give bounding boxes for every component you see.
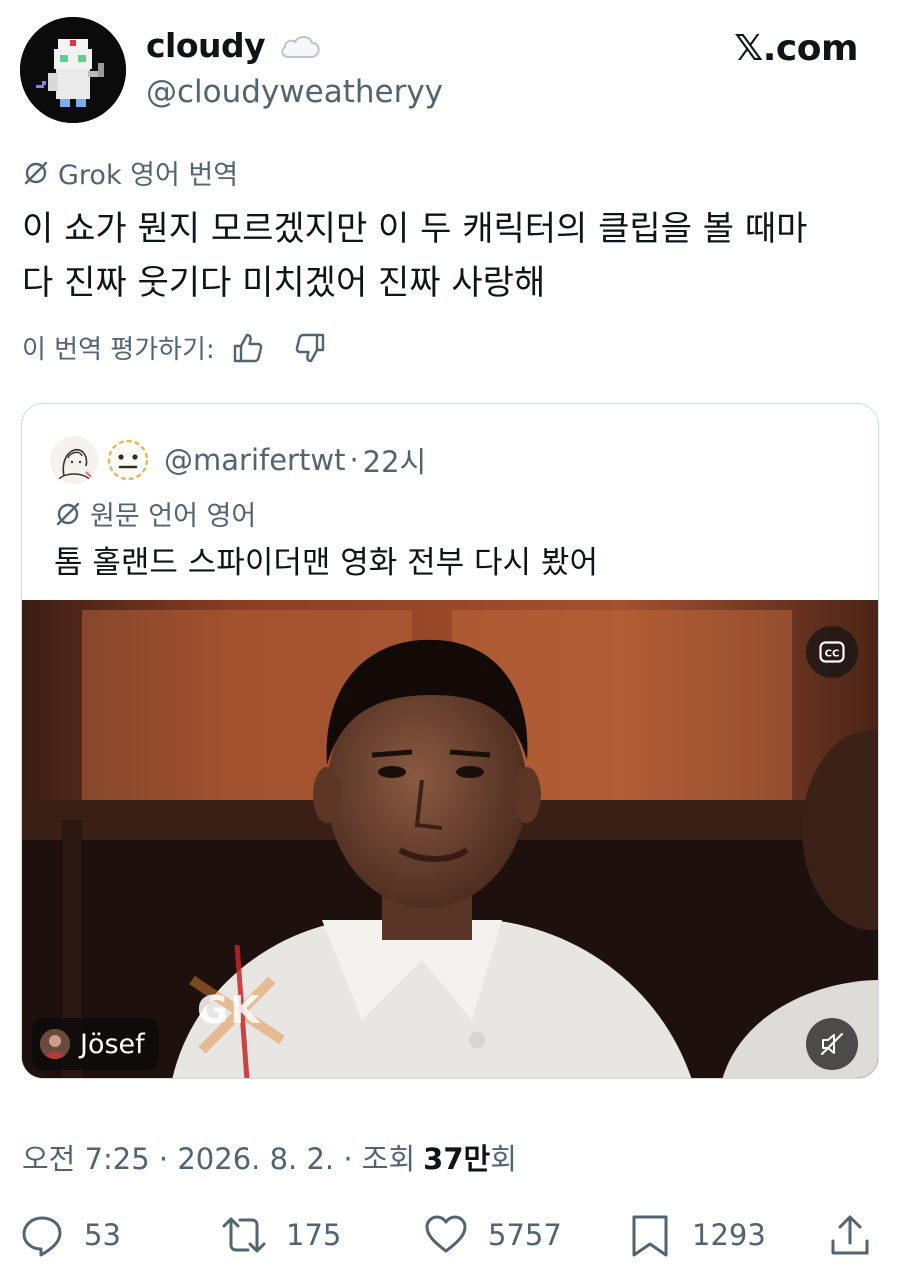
tweet-meta: 오전 7:25 · 2026. 8. 2. · 조회 37만 회: [22, 1136, 517, 1178]
video-frame-image: [22, 600, 878, 1078]
reply-count: 53: [84, 1218, 121, 1252]
svg-text:CC: CC: [825, 649, 840, 660]
display-name-row: cloudy: [146, 26, 325, 65]
reply-button[interactable]: 53: [20, 1208, 121, 1262]
retweet-button[interactable]: 175: [222, 1208, 341, 1262]
tweet-header: cloudy @cloudyweatheryy 𝕏.com: [0, 0, 900, 130]
thumb-down-icon[interactable]: [293, 331, 327, 365]
bookmark-icon: [632, 1215, 668, 1257]
video-player[interactable]: GK CC Jösef: [22, 600, 878, 1078]
reply-icon: [22, 1216, 62, 1257]
translation-label: Grok 영어 번역: [58, 160, 239, 191]
retweet-count: 175: [286, 1218, 342, 1252]
translation-label-row: Grok 영어 번역: [22, 153, 238, 192]
mute-icon: [821, 1033, 843, 1055]
translate-icon: [24, 161, 48, 184]
thumb-up-icon[interactable]: [231, 331, 265, 365]
like-button[interactable]: 5757: [424, 1208, 562, 1262]
cc-icon: CC: [819, 641, 845, 663]
bookmark-count: 1293: [692, 1218, 766, 1252]
separator-dot: ·: [349, 443, 359, 477]
rate-translation-row: 이 번역 평가하기:: [22, 329, 327, 366]
tweet-text-line: 이 쇼가 뭔지 모르겠지만 이 두 캐릭터의 클립을 볼 때마: [22, 209, 808, 249]
closed-captions-button[interactable]: CC: [806, 626, 858, 678]
quoted-tweet-time[interactable]: 22시: [363, 439, 427, 481]
view-count-suffix: 회: [490, 1142, 517, 1176]
quoted-tweet-card[interactable]: @marifertwt · 22시 원문 언어 영어 톰 홀랜드 스파이더맨 영…: [21, 403, 879, 1079]
brand-logo: 𝕏.com: [734, 28, 858, 69]
credit-avatar: [40, 1029, 70, 1059]
tweet-text: 이 쇼가 뭔지 모르겠지만 이 두 캐릭터의 클립을 볼 때마 다 진짜 웃기다…: [22, 202, 882, 310]
rate-translation-label: 이 번역 평가하기:: [22, 335, 215, 365]
author-handle[interactable]: @cloudyweatheryy: [146, 74, 443, 110]
author-avatar[interactable]: [20, 17, 126, 123]
display-name[interactable]: cloudy: [146, 26, 266, 65]
neutral-face-emoji-icon: [107, 439, 149, 481]
like-icon: [425, 1215, 467, 1253]
video-credit-badge[interactable]: Jösef: [32, 1018, 159, 1070]
view-count: 37만: [423, 1142, 491, 1176]
original-language-row: 원문 언어 영어: [54, 494, 256, 533]
share-icon: [831, 1215, 869, 1255]
video-watermark: GK: [197, 988, 262, 1032]
tweet-timestamp[interactable]: 오전 7:25 · 2026. 8. 2. · 조회: [22, 1136, 415, 1178]
bookmark-button[interactable]: 1293: [628, 1208, 766, 1262]
quoted-author-handle[interactable]: @marifertwt: [164, 443, 345, 477]
action-bar: 53 175 5757 1293: [0, 1208, 900, 1262]
video-credit-name: Jösef: [80, 1028, 145, 1060]
mute-toggle-button[interactable]: [806, 1018, 858, 1070]
tweet-text-line: 다 진짜 웃기다 미치겠어 진짜 사랑해: [22, 263, 546, 303]
original-language-label: 원문 언어 영어: [90, 501, 257, 532]
retweet-icon: [222, 1217, 266, 1253]
translate-icon: [56, 502, 80, 525]
share-button[interactable]: [828, 1208, 872, 1262]
quoted-tweet-text: 톰 홀랜드 스파이더맨 영화 전부 다시 봤어: [54, 545, 598, 581]
quoted-author-avatar[interactable]: [50, 436, 98, 484]
cloud-icon: [281, 35, 320, 58]
like-count: 5757: [488, 1218, 562, 1252]
quoted-tweet-header: @marifertwt · 22시: [50, 436, 426, 484]
